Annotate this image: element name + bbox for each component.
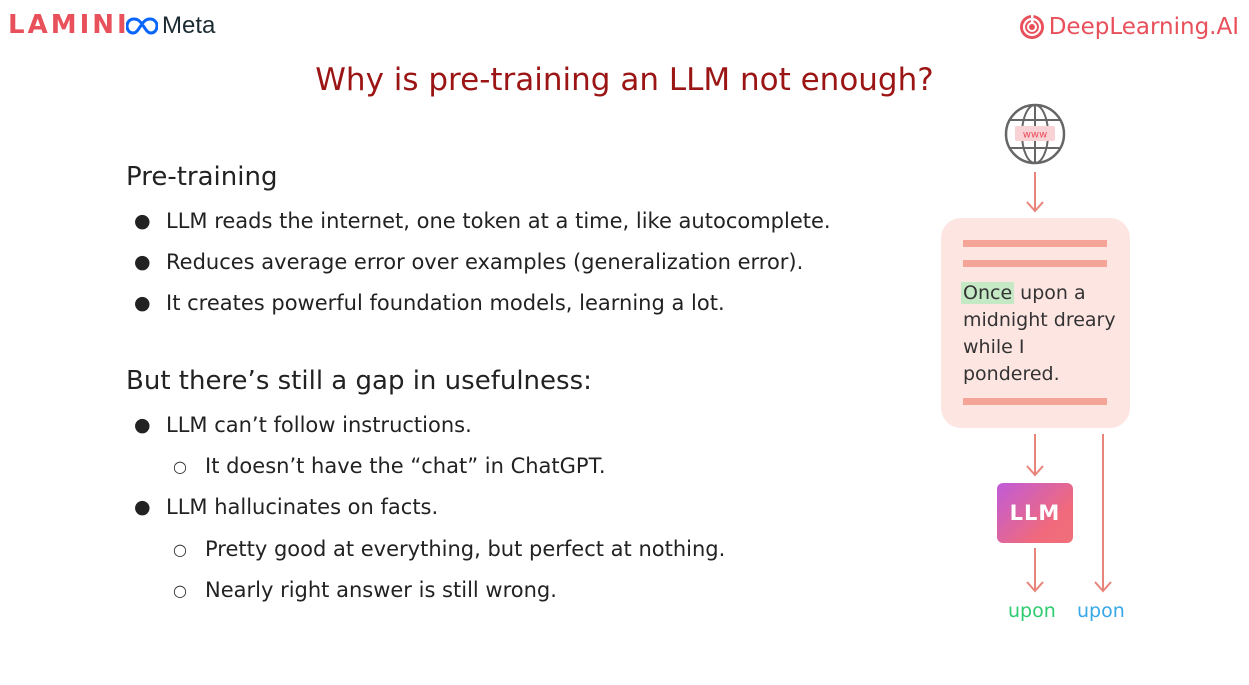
sub-list-item: ○ Nearly right answer is still wrong. xyxy=(173,578,557,602)
sub-list-item: ○ Pretty good at everything, but perfect… xyxy=(173,537,725,561)
bullet-icon: ● xyxy=(134,292,151,314)
arrow-down-long-icon xyxy=(1094,434,1112,593)
bullet-text: It creates powerful foundation models, l… xyxy=(166,291,725,315)
sub-bullet-icon: ○ xyxy=(173,580,187,600)
meta-logo-text: Meta xyxy=(162,12,216,39)
list-item: ● LLM reads the internet, one token at a… xyxy=(134,209,831,233)
list-item: ● Reduces average error over examples (g… xyxy=(134,250,803,274)
llm-label: LLM xyxy=(1009,501,1061,525)
bullet-text: LLM hallucinates on facts. xyxy=(166,495,439,519)
sub-bullet-icon: ○ xyxy=(173,456,187,476)
highlighted-token: Once xyxy=(961,282,1015,304)
doc-line xyxy=(963,240,1107,247)
pretraining-heading: Pre-training xyxy=(126,162,278,192)
arrow-down-icon xyxy=(1026,548,1044,593)
sub-bullet-text: It doesn’t have the “chat” in ChatGPT. xyxy=(205,454,606,478)
actual-token: upon xyxy=(1077,600,1125,622)
document-card: Once upon a midnight dreary while I pond… xyxy=(941,218,1130,428)
doc-line xyxy=(963,398,1107,405)
bullet-text: LLM can’t follow instructions. xyxy=(166,413,472,437)
arrow-down-icon xyxy=(1026,434,1044,477)
sub-bullet-text: Pretty good at everything, but perfect a… xyxy=(205,537,726,561)
doc-line xyxy=(963,260,1107,267)
predicted-token: upon xyxy=(1008,600,1056,622)
bullet-icon: ● xyxy=(134,496,151,518)
meta-logo: Meta xyxy=(126,11,215,41)
gap-heading: But there’s still a gap in usefulness: xyxy=(126,366,592,396)
list-item: ● LLM can’t follow instructions. xyxy=(134,413,472,437)
sub-bullet-text: Nearly right answer is still wrong. xyxy=(205,578,557,602)
lamini-logo: LAMINI xyxy=(8,10,130,40)
bullet-text: LLM reads the internet, one token at a t… xyxy=(166,209,831,233)
meta-infinity-icon xyxy=(126,17,158,35)
sub-list-item: ○ It doesn’t have the “chat” in ChatGPT. xyxy=(173,454,606,478)
globe-icon: www xyxy=(1004,103,1066,165)
llm-box: LLM xyxy=(997,483,1073,543)
arrow-down-icon xyxy=(1026,172,1044,213)
deeplearning-logo: DeepLearning.AI xyxy=(1019,12,1239,42)
bullet-icon: ● xyxy=(134,210,151,232)
slide-title: Why is pre-training an LLM not enough? xyxy=(315,62,934,98)
list-item: ● It creates powerful foundation models,… xyxy=(134,291,725,315)
bullet-icon: ● xyxy=(134,414,151,436)
deeplearning-icon xyxy=(1019,14,1044,39)
bullet-text: Reduces average error over examples (gen… xyxy=(166,250,804,274)
list-item: ● LLM hallucinates on facts. xyxy=(134,495,438,519)
bullet-icon: ● xyxy=(134,251,151,273)
sub-bullet-icon: ○ xyxy=(173,539,187,559)
globe-label: www xyxy=(1023,130,1048,141)
deeplearning-logo-text: DeepLearning.AI xyxy=(1048,14,1239,40)
document-text: Once upon a midnight dreary while I pond… xyxy=(961,280,1123,388)
